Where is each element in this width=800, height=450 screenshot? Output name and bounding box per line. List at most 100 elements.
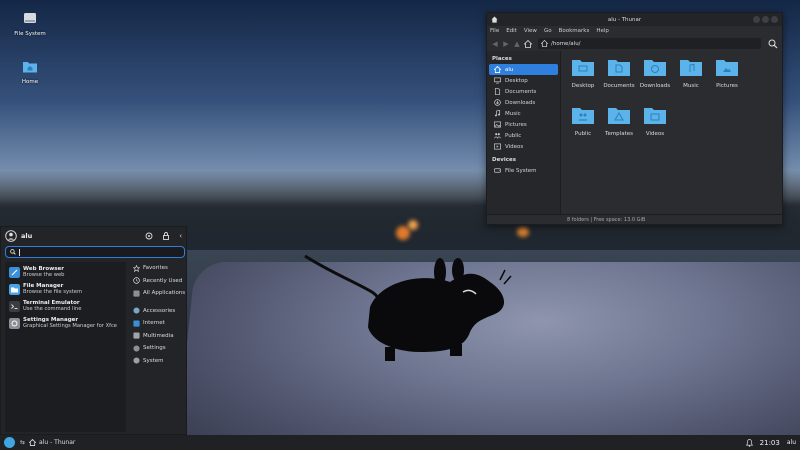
window-title: alu - Thunar bbox=[607, 16, 642, 23]
folder-templates[interactable]: Templates bbox=[601, 105, 637, 153]
search-icon[interactable] bbox=[768, 39, 778, 49]
menu-help[interactable]: Help bbox=[596, 28, 609, 34]
folder-label: Documents bbox=[603, 83, 635, 89]
category-label: Internet bbox=[143, 320, 165, 327]
folder-music[interactable]: Music bbox=[673, 57, 709, 105]
folder-documents[interactable]: Documents bbox=[601, 57, 637, 105]
documents-icon bbox=[494, 88, 501, 95]
folder-label: Videos bbox=[645, 131, 665, 137]
forward-arrow-icon[interactable]: ▶ bbox=[502, 40, 510, 48]
taskbar-window-thunar[interactable]: alu - Thunar bbox=[25, 436, 79, 449]
category-accessories[interactable]: Accessories bbox=[130, 305, 186, 318]
sidebar-item-file-system[interactable]: File System bbox=[487, 165, 560, 176]
folder-downloads-icon bbox=[644, 60, 666, 76]
maximize-button[interactable] bbox=[762, 16, 769, 23]
folder-videos[interactable]: Videos bbox=[637, 105, 673, 153]
category-list: Favorites Recently Used All Applications… bbox=[130, 262, 186, 367]
back-arrow-icon[interactable]: ◀ bbox=[491, 40, 499, 48]
menu-edit[interactable]: Edit bbox=[506, 28, 517, 34]
sidebar-item-label: Music bbox=[505, 110, 521, 117]
category-settings[interactable]: Settings bbox=[130, 342, 186, 355]
thunar-window: alu - Thunar File Edit View Go Bookmarks… bbox=[486, 12, 783, 225]
clock[interactable]: 21:03 bbox=[760, 439, 780, 447]
sidebar-item-label: Documents bbox=[505, 88, 537, 95]
folder-public[interactable]: Public bbox=[565, 105, 601, 153]
sidebar-item-label: Videos bbox=[505, 143, 524, 150]
drive-icon bbox=[24, 13, 36, 23]
applications-menu-button[interactable] bbox=[4, 437, 15, 448]
sidebar-item-label: File System bbox=[505, 167, 537, 174]
location-bar[interactable]: /home/alu/ bbox=[538, 38, 761, 49]
category-recently-used[interactable]: Recently Used bbox=[130, 275, 186, 288]
accessories-icon bbox=[133, 307, 140, 314]
sidebar-item-downloads[interactable]: Downloads bbox=[487, 97, 560, 108]
category-system[interactable]: System bbox=[130, 355, 186, 368]
folder-pictures[interactable]: Pictures bbox=[709, 57, 745, 105]
app-terminal-emulator[interactable]: Terminal Emulator Use the command line bbox=[5, 298, 126, 315]
folder-videos-icon bbox=[644, 108, 666, 124]
category-label: Multimedia bbox=[143, 332, 174, 339]
menu-go[interactable]: Go bbox=[544, 28, 552, 34]
sidebar: Places alu Desktop Documents Downloads M… bbox=[487, 51, 561, 214]
grid-icon bbox=[133, 290, 140, 297]
chevron-left-icon[interactable]: ‹ bbox=[179, 232, 182, 240]
toolbar: ◀ ▶ ▲ /home/alu/ bbox=[487, 36, 782, 51]
notification-bell-icon[interactable] bbox=[745, 438, 753, 447]
sidebar-item-desktop[interactable]: Desktop bbox=[487, 75, 560, 86]
search-input[interactable] bbox=[5, 246, 185, 258]
menu-file[interactable]: File bbox=[490, 28, 499, 34]
sidebar-item-label: alu bbox=[505, 66, 514, 73]
close-button[interactable] bbox=[771, 16, 778, 23]
minimize-button[interactable] bbox=[753, 16, 760, 23]
category-multimedia[interactable]: Multimedia bbox=[130, 330, 186, 343]
sidebar-item-music[interactable]: Music bbox=[487, 108, 560, 119]
category-all-applications[interactable]: All Applications bbox=[130, 287, 186, 300]
category-label: All Applications bbox=[143, 290, 186, 297]
folder-documents-icon bbox=[608, 60, 630, 76]
desktop-icon-file-system[interactable]: File System bbox=[10, 10, 50, 37]
user-name: alu bbox=[21, 232, 33, 240]
system-icon bbox=[133, 357, 140, 364]
file-view: Desktop Documents Downloads Music Pictur… bbox=[561, 51, 782, 214]
taskbar-window-label: alu - Thunar bbox=[39, 439, 76, 446]
whisker-menu: alu ‹ Web Browser Browse the web File Man… bbox=[0, 226, 187, 435]
clock-icon bbox=[133, 277, 140, 284]
category-label: Favorites bbox=[143, 265, 168, 272]
app-web-browser[interactable]: Web Browser Browse the web bbox=[5, 264, 126, 281]
folder-downloads[interactable]: Downloads bbox=[637, 57, 673, 105]
sidebar-item-alu[interactable]: alu bbox=[489, 64, 558, 75]
session-user[interactable]: alu bbox=[787, 439, 796, 446]
status-bar: 8 folders | Free space: 13.0 GiB bbox=[487, 214, 782, 224]
desktop-icon-label: Home bbox=[21, 79, 39, 85]
app-settings-manager[interactable]: Settings Manager Graphical Settings Manag… bbox=[5, 315, 126, 332]
desktop-icon-home[interactable]: Home bbox=[10, 58, 50, 85]
sidebar-item-videos[interactable]: Videos bbox=[487, 141, 560, 152]
menu-view[interactable]: View bbox=[524, 28, 537, 34]
wallpaper-light bbox=[396, 226, 410, 240]
category-label: Recently Used bbox=[143, 277, 183, 284]
folder-desktop[interactable]: Desktop bbox=[565, 57, 601, 105]
wallpaper-light bbox=[517, 227, 529, 237]
app-file-manager[interactable]: File Manager Browse the file system bbox=[5, 281, 126, 298]
desktop-icon bbox=[494, 77, 501, 84]
terminal-icon bbox=[9, 301, 20, 312]
lock-icon[interactable] bbox=[162, 232, 170, 240]
category-internet[interactable]: Internet bbox=[130, 317, 186, 330]
folder-music-icon bbox=[680, 60, 702, 76]
drive-icon bbox=[494, 168, 501, 173]
sidebar-item-public[interactable]: Public bbox=[487, 130, 560, 141]
settings-icon[interactable] bbox=[145, 232, 153, 240]
settings-icon bbox=[133, 345, 140, 352]
up-arrow-icon[interactable]: ▲ bbox=[513, 40, 521, 48]
taskbar: ⇆ alu - Thunar 21:03 alu bbox=[0, 435, 800, 450]
settings-manager-icon bbox=[9, 318, 20, 329]
folder-label: Templates bbox=[605, 131, 633, 137]
home-icon[interactable] bbox=[524, 39, 532, 48]
category-favorites[interactable]: Favorites bbox=[130, 262, 186, 275]
menu-bookmarks[interactable]: Bookmarks bbox=[559, 28, 590, 34]
sidebar-item-documents[interactable]: Documents bbox=[487, 86, 560, 97]
sidebar-header-places: Places bbox=[492, 56, 512, 62]
sidebar-item-pictures[interactable]: Pictures bbox=[487, 119, 560, 130]
window-titlebar[interactable]: alu - Thunar bbox=[487, 13, 782, 26]
folder-templates-icon bbox=[608, 108, 630, 124]
